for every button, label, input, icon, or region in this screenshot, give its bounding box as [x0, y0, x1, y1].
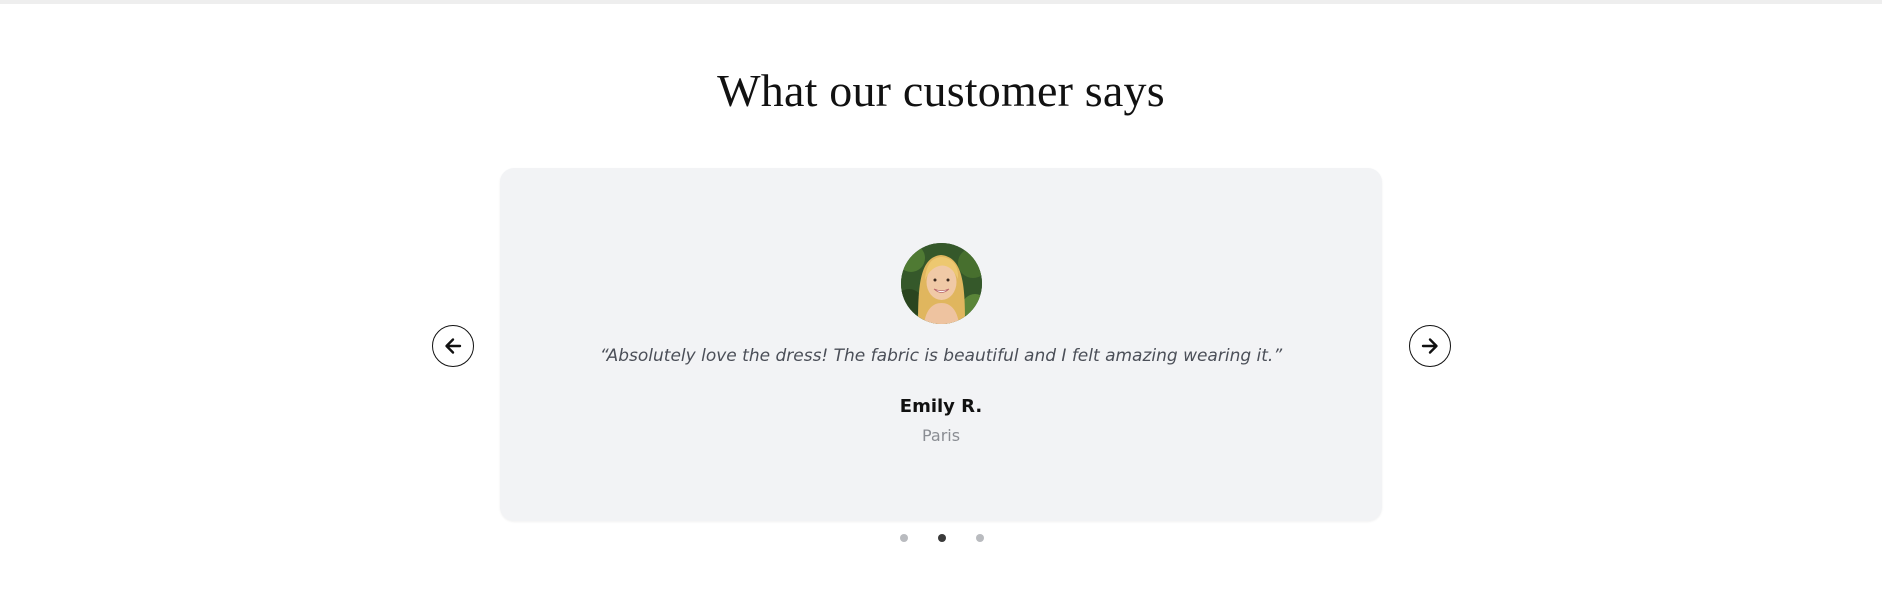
customer-portrait: [901, 243, 982, 324]
section-heading: What our customer says: [717, 65, 1165, 116]
pagination-dot[interactable]: [938, 534, 946, 542]
pagination-dot[interactable]: [900, 534, 908, 542]
customer-location: Paris: [921, 426, 961, 445]
next-testimonial-button[interactable]: [1409, 325, 1451, 367]
previous-testimonial-button[interactable]: [432, 325, 474, 367]
testimonial-quote: “Absolutely love the dress! The fabric i…: [599, 346, 1283, 366]
customer-name: Emily R.: [899, 396, 983, 417]
testimonial-card: “Absolutely love the dress! The fabric i…: [500, 168, 1382, 521]
testimonials-section: What our customer says “Absolutely love …: [0, 4, 1882, 611]
arrow-left-icon: [445, 338, 462, 354]
carousel-pagination: [0, 534, 1882, 542]
pagination-dot[interactable]: [976, 534, 984, 542]
customer-avatar: [901, 243, 982, 324]
arrow-right-icon: [1421, 338, 1438, 354]
